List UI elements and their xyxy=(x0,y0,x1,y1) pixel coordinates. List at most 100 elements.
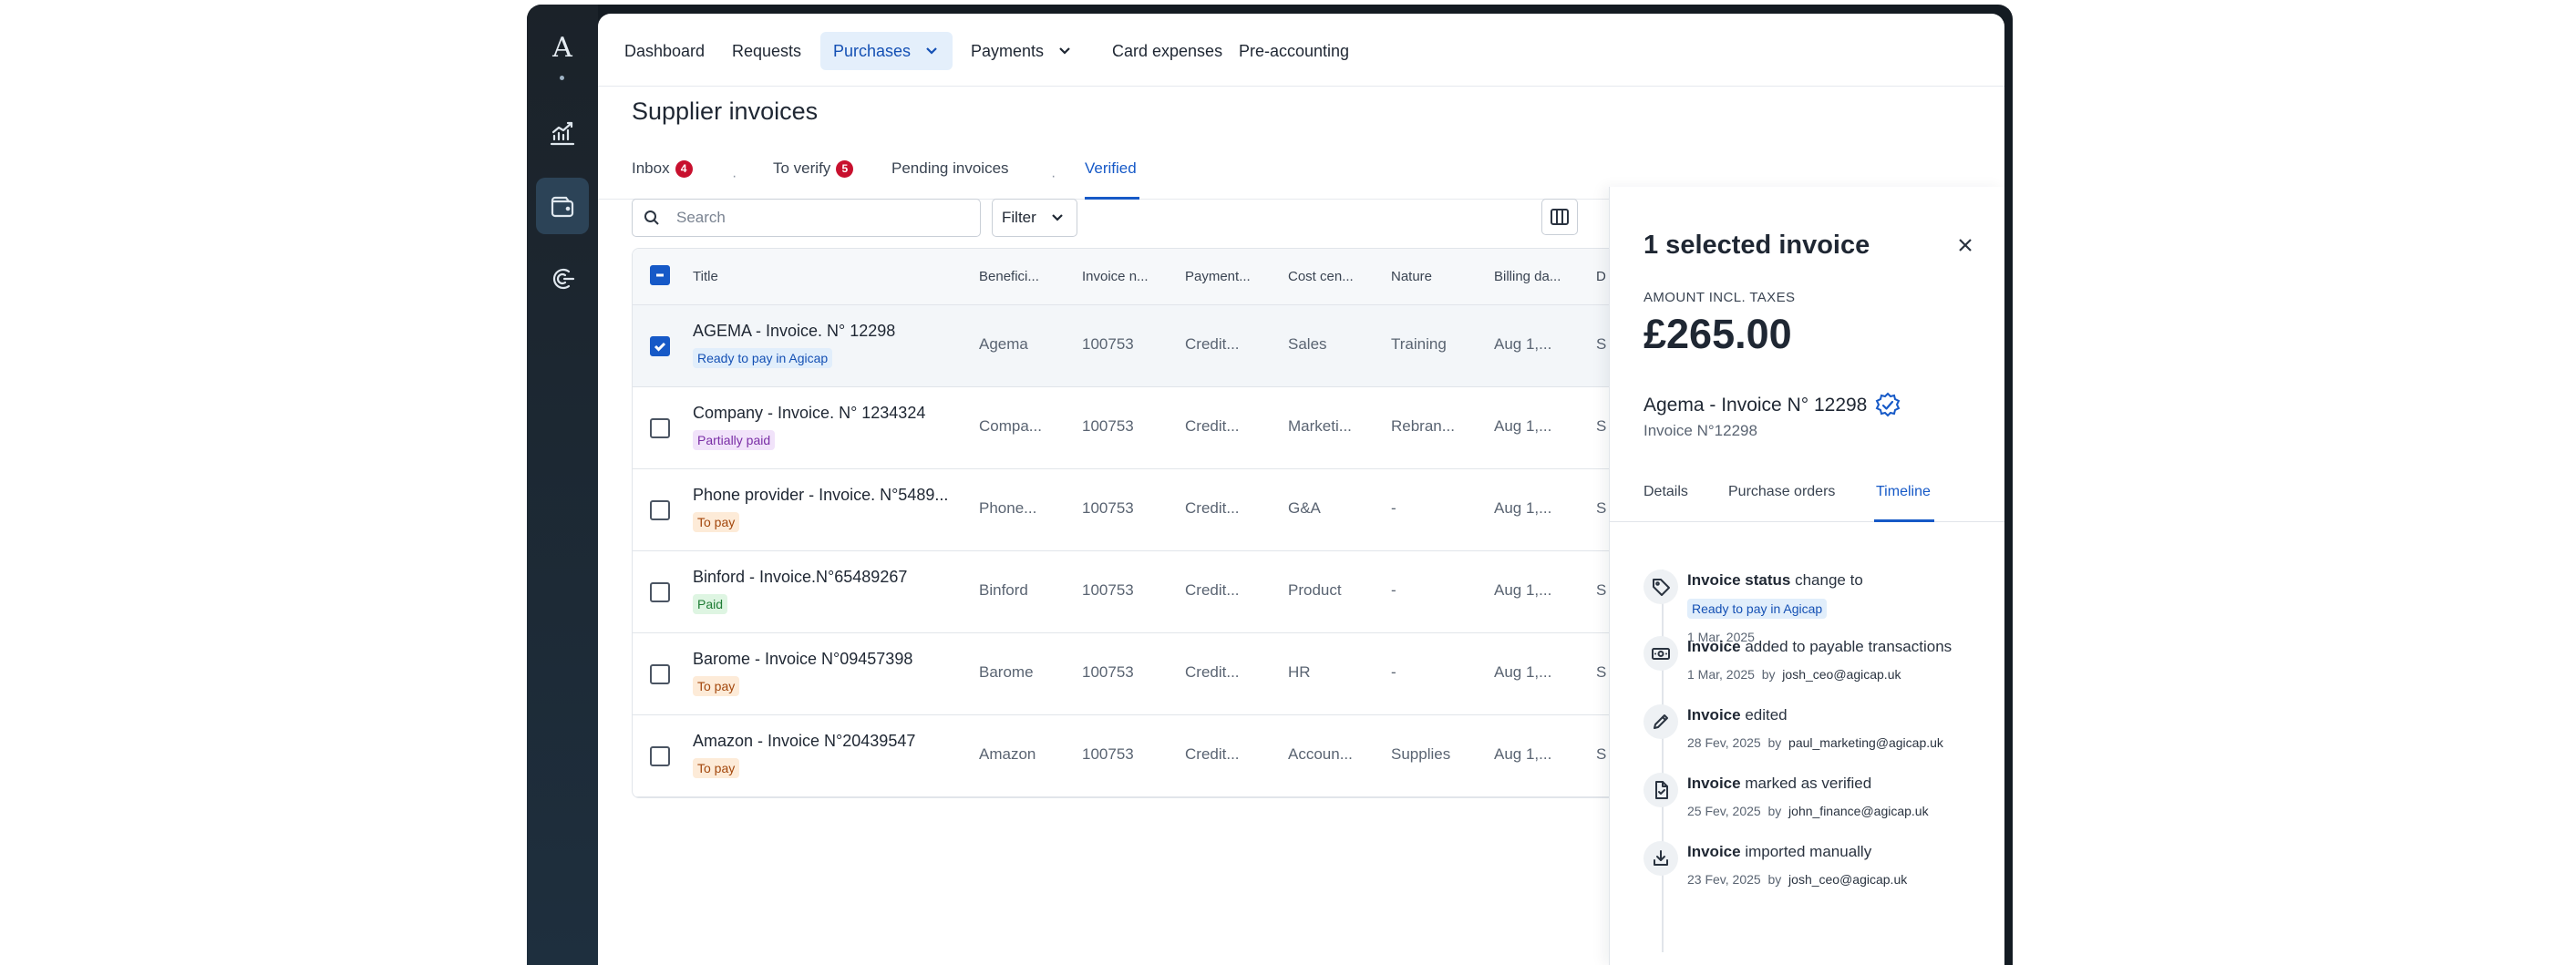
timeline-meta: 23 Fev, 2025 by josh_ceo@agicap.uk xyxy=(1687,872,1907,887)
column-billing-date[interactable]: Billing da... xyxy=(1494,269,1561,284)
timeline-action: edited xyxy=(1740,706,1788,724)
table-row[interactable]: AGEMA - Invoice. N° 12298 Ready to pay in… xyxy=(633,305,1725,387)
columns-toggle-button[interactable] xyxy=(1541,199,1578,235)
timeline-user[interactable]: josh_ceo@agicap.uk xyxy=(1788,872,1907,887)
timeline-text: Invoice edited xyxy=(1687,706,1788,724)
cell-nature: Training xyxy=(1391,335,1447,353)
column-payment[interactable]: Payment... xyxy=(1185,269,1251,284)
close-icon xyxy=(1959,239,1972,252)
app-logo[interactable]: A xyxy=(527,32,598,64)
table-row[interactable]: Phone provider - Invoice. N°5489... To pa… xyxy=(633,469,1725,551)
cell-payment: Credit... xyxy=(1185,335,1240,353)
timeline-subject: Invoice xyxy=(1687,843,1741,860)
table-row[interactable]: Binford - Invoice.N°65489267 Paid Binford 1… xyxy=(633,551,1725,633)
nav-purchases[interactable]: Purchases xyxy=(820,32,953,70)
status-badge: Paid xyxy=(693,594,728,614)
rail-wallet-button[interactable] xyxy=(536,178,589,234)
cell-nature: - xyxy=(1391,663,1396,681)
timeline-icon-wrap xyxy=(1643,636,1678,671)
close-panel-button[interactable] xyxy=(1951,231,1980,260)
rail-analytics-button[interactable] xyxy=(536,105,589,161)
invoice-title-cell: Barome - Invoice N°09457398 To pay xyxy=(693,650,912,696)
table-header: Title Benefici... Invoice n... Payment..… xyxy=(633,249,1725,305)
app-window: A Dashboard Requests Purchases Payments … xyxy=(527,5,2013,965)
timeline-user[interactable]: josh_ceo@agicap.uk xyxy=(1782,667,1901,682)
import-icon xyxy=(1654,850,1668,866)
invoices-table: Title Benefici... Invoice n... Payment..… xyxy=(632,248,1726,798)
invoice-title: Amazon - Invoice N°20439547 xyxy=(693,732,916,750)
timeline-status-badge: Ready to pay in Agicap xyxy=(1687,599,1828,619)
status-badge: To pay xyxy=(693,758,740,778)
cell-beneficiary: Barome xyxy=(979,663,1034,681)
tab-to-verify[interactable]: To verify 5 xyxy=(773,159,854,178)
column-d[interactable]: D xyxy=(1596,269,1606,284)
logo-dot xyxy=(560,76,564,80)
table-row[interactable]: Barome - Invoice N°09457398 To pay Barome 1… xyxy=(633,633,1725,715)
cell-cost-center: HR xyxy=(1288,663,1311,681)
select-all-checkbox[interactable] xyxy=(650,265,670,285)
cell-invoice-no: 100753 xyxy=(1082,745,1134,763)
cell-invoice-no: 100753 xyxy=(1082,417,1134,435)
cell-beneficiary: Agema xyxy=(979,335,1028,353)
invoice-title: Phone provider - Invoice. N°5489... xyxy=(693,486,949,504)
nav-pre-accounting[interactable]: Pre-accounting xyxy=(1226,32,1362,70)
nav-requests[interactable]: Requests xyxy=(719,32,814,70)
row-checkbox[interactable] xyxy=(650,336,670,356)
invoice-name: Agema - Invoice N° 12298 xyxy=(1643,392,1901,419)
cell-d: S xyxy=(1596,663,1607,681)
search-box[interactable] xyxy=(632,199,981,237)
column-nature[interactable]: Nature xyxy=(1391,269,1432,284)
panel-tab-details[interactable]: Details xyxy=(1643,484,1688,500)
cell-invoice-no: 100753 xyxy=(1082,335,1134,353)
cell-billing: Aug 1,... xyxy=(1494,745,1552,763)
column-invoice-number[interactable]: Invoice n... xyxy=(1082,269,1149,284)
row-checkbox[interactable] xyxy=(650,664,670,684)
verified-badge-icon xyxy=(1876,392,1901,417)
cell-d: S xyxy=(1596,745,1607,763)
tab-separator: · xyxy=(1051,169,1056,184)
panel-tab-purchase-orders[interactable]: Purchase orders xyxy=(1728,484,1835,500)
column-title[interactable]: Title xyxy=(693,269,718,284)
tab-verified[interactable]: Verified xyxy=(1085,159,1137,178)
cell-cost-center: Product xyxy=(1288,581,1342,599)
row-checkbox[interactable] xyxy=(650,746,670,766)
wallet-icon xyxy=(551,196,574,218)
row-checkbox[interactable] xyxy=(650,582,670,602)
column-cost-center[interactable]: Cost cen... xyxy=(1288,269,1354,284)
table-row[interactable]: Company - Invoice. N° 1234324 Partially p… xyxy=(633,387,1725,469)
timeline-user[interactable]: paul_marketing@agicap.uk xyxy=(1788,735,1943,750)
money-icon xyxy=(1652,648,1670,660)
timeline-date: 25 Fev, 2025 xyxy=(1687,804,1761,818)
tab-to-verify-label: To verify xyxy=(773,159,831,177)
row-checkbox[interactable] xyxy=(650,500,670,520)
timeline-user[interactable]: john_finance@agicap.uk xyxy=(1788,804,1929,818)
cell-invoice-no: 100753 xyxy=(1082,663,1134,681)
timeline-text: Invoice imported manually xyxy=(1687,843,1871,861)
cell-cost-center: Sales xyxy=(1288,335,1327,353)
timeline-by: by xyxy=(1767,804,1782,818)
nav-payments[interactable]: Payments xyxy=(958,32,1086,70)
chevron-down-icon xyxy=(1056,43,1073,59)
timeline-text: Invoice status change to xyxy=(1687,571,1863,590)
tab-pending-invoices[interactable]: Pending invoices xyxy=(891,159,1009,178)
nav-dashboard[interactable]: Dashboard xyxy=(612,32,717,70)
timeline-meta: 25 Fev, 2025 by john_finance@agicap.uk xyxy=(1687,804,1929,818)
invoice-number-subtitle: Invoice N°12298 xyxy=(1643,422,1757,439)
chevron-down-icon xyxy=(923,43,940,59)
to-verify-count-badge: 5 xyxy=(836,159,854,178)
timeline-date: 1 Mar, 2025 xyxy=(1687,667,1755,682)
status-badge: Ready to pay in Agicap xyxy=(693,348,833,368)
cell-billing: Aug 1,... xyxy=(1494,417,1552,435)
active-tab-indicator xyxy=(1085,197,1139,200)
search-input[interactable] xyxy=(676,209,950,227)
rail-apps-button[interactable] xyxy=(536,251,589,307)
tab-inbox[interactable]: Inbox 4 xyxy=(632,159,693,178)
panel-tab-timeline[interactable]: Timeline xyxy=(1876,484,1931,500)
tab-verified-label: Verified xyxy=(1085,159,1137,177)
row-checkbox[interactable] xyxy=(650,418,670,438)
column-beneficiary[interactable]: Benefici... xyxy=(979,269,1039,284)
nav-card-expenses[interactable]: Card expenses xyxy=(1099,32,1235,70)
cell-cost-center: G&A xyxy=(1288,499,1321,517)
filter-button[interactable]: Filter xyxy=(992,199,1077,237)
table-row[interactable]: Amazon - Invoice N°20439547 To pay Amazon 1… xyxy=(633,715,1725,797)
